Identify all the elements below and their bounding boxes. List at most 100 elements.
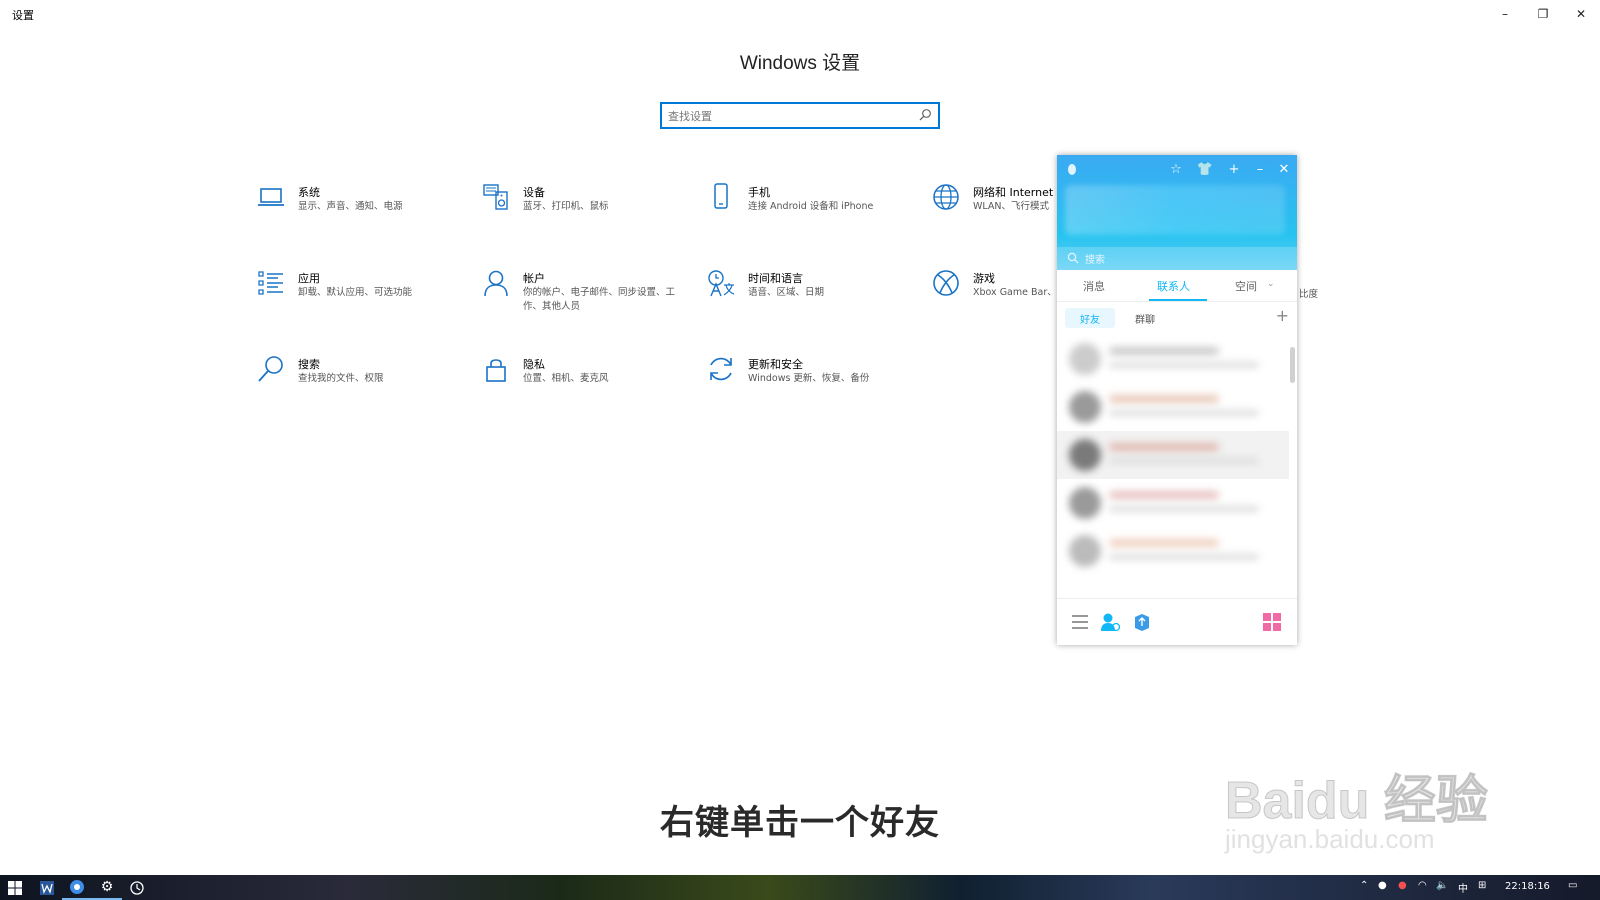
tile-system[interactable]: 系统 显示、声音、通知、电源: [256, 182, 466, 242]
tile-name: 系统: [298, 186, 320, 199]
system-clock[interactable]: 22:18:16: [1505, 881, 1550, 892]
close-icon[interactable]: ✕: [1273, 159, 1295, 179]
search-icon: [1067, 252, 1079, 264]
notification-icon[interactable]: ▭: [1568, 880, 1577, 891]
tile-description: 你的帐户、电子邮件、同步设置、工作、其他人员: [523, 287, 676, 312]
qq-footer: [1057, 598, 1297, 645]
gear-icon: ⚙: [100, 878, 114, 895]
word-icon: [40, 880, 54, 895]
tab-space[interactable]: 空间: [1235, 278, 1257, 294]
taskbar-word[interactable]: [32, 875, 62, 900]
qq-tray-icon[interactable]: ●: [1398, 880, 1407, 891]
watermark-url: jingyan.baidu.com: [1225, 824, 1435, 854]
tile-search[interactable]: 搜索 查找我的文件、权限: [256, 354, 466, 414]
tile-name: 搜索: [298, 358, 320, 371]
tile-description: 显示、声音、通知、电源: [298, 201, 403, 212]
menu-icon[interactable]: [1069, 611, 1091, 633]
contact-list[interactable]: [1057, 335, 1297, 598]
tile-description: 蓝牙、打印机、鼠标: [523, 201, 609, 212]
taskbar-app[interactable]: [122, 875, 152, 900]
tab-contacts[interactable]: 联系人: [1157, 278, 1190, 294]
subtab-groups[interactable]: 群聊: [1135, 311, 1155, 326]
tile-apps[interactable]: 应用 卸载、默认应用、可选功能: [256, 268, 466, 328]
tile-description: 卸载、默认应用、可选功能: [298, 287, 413, 298]
ime-mode-icon[interactable]: ⊞: [1478, 880, 1486, 891]
tab-messages[interactable]: 消息: [1083, 278, 1105, 294]
tile-devices[interactable]: 设备 蓝牙、打印机、鼠标: [481, 182, 691, 242]
volume-icon[interactable]: 🔈: [1436, 880, 1448, 891]
subtab-friends[interactable]: 好友: [1065, 308, 1115, 328]
tile-phone[interactable]: 手机 连接 Android 设备和 iPhone: [706, 182, 916, 242]
watermark-logo-text: Baidu 经验: [1225, 772, 1489, 831]
browser-icon: [70, 879, 84, 894]
tile-update-security[interactable]: 更新和安全 Windows 更新、恢复、备份: [706, 354, 916, 414]
list-item[interactable]: [1057, 335, 1289, 383]
close-button[interactable]: ✕: [1562, 0, 1600, 28]
tile-description: 查找我的文件、权限: [298, 373, 384, 384]
qq-search-label: 搜索: [1085, 255, 1105, 266]
taskbar: ⚙ ⌃ ● ● ◠ 🔈 中 ⊞ 22:18:16 ▭: [0, 875, 1600, 900]
minimize-icon[interactable]: –: [1249, 159, 1271, 179]
refresh-icon: [710, 357, 732, 381]
tile-name: 帐户: [523, 272, 545, 285]
app-box-icon[interactable]: [1131, 611, 1153, 633]
add-contact-button[interactable]: +: [1276, 306, 1289, 325]
tile-name: 应用: [298, 272, 320, 285]
minimize-button[interactable]: –: [1486, 0, 1524, 28]
time-language-icon: [708, 270, 735, 297]
lock-icon: [486, 359, 506, 382]
profile-blurred: [1065, 185, 1285, 235]
scrollbar[interactable]: [1290, 347, 1295, 383]
list-item[interactable]: [1057, 383, 1289, 431]
qq-panel[interactable]: ☆ 👕 + – ✕ 搜索 消息 联系人 空间 ⌄ 好友 群聊 +: [1057, 155, 1297, 645]
list-item[interactable]: [1057, 431, 1289, 479]
search-icon: [919, 109, 931, 121]
tile-name: 游戏: [973, 272, 995, 285]
qq-search-bar[interactable]: 搜索: [1057, 247, 1297, 270]
chevron-down-icon[interactable]: ⌄: [1267, 279, 1275, 289]
phone-icon: [714, 183, 728, 209]
list-item[interactable]: [1057, 479, 1289, 527]
active-tab-indicator: [1149, 299, 1207, 301]
tile-description: 位置、相机、麦克风: [523, 373, 609, 384]
qq-tab-bar: 消息 联系人 空间 ⌄: [1057, 270, 1297, 302]
tile-description: 语音、区域、日期: [748, 287, 825, 298]
add-friend-icon[interactable]: [1099, 611, 1121, 633]
page-title: Windows 设置: [739, 53, 861, 74]
tile-name: 网络和 Internet: [973, 186, 1054, 199]
chevron-up-icon[interactable]: ⌃: [1360, 880, 1368, 891]
laptop-icon: [258, 188, 284, 206]
search-box[interactable]: [660, 102, 940, 129]
tile-name: 手机: [748, 186, 770, 199]
app-manager-icon[interactable]: [1261, 611, 1283, 633]
tile-name: 设备: [523, 186, 545, 199]
tile-accounts[interactable]: 帐户 你的帐户、电子邮件、同步设置、工作、其他人员: [481, 268, 691, 328]
tile-name: 隐私: [523, 358, 545, 371]
globe-icon: [933, 184, 959, 210]
skin-shirt-icon[interactable]: 👕: [1194, 159, 1216, 179]
window-title: 设置: [12, 9, 34, 22]
qq-header: ☆ 👕 + – ✕ 搜索: [1057, 155, 1297, 270]
clock-app-icon: [130, 880, 144, 895]
tray-app-icon[interactable]: ●: [1378, 880, 1387, 891]
search-icon: [258, 356, 283, 382]
add-icon[interactable]: +: [1223, 159, 1245, 179]
xbox-icon: [933, 270, 959, 296]
list-item[interactable]: [1057, 527, 1289, 575]
tile-time-language[interactable]: 时间和语言 语音、区域、日期: [706, 268, 916, 328]
keyboard-speaker-icon: [483, 184, 508, 210]
apps-list-icon: [258, 271, 283, 295]
taskbar-settings[interactable]: ⚙: [92, 875, 122, 900]
windows-logo-icon: [8, 880, 22, 895]
search-input[interactable]: [668, 107, 908, 125]
taskbar-browser[interactable]: [62, 875, 92, 900]
start-button[interactable]: [0, 875, 30, 900]
wifi-icon[interactable]: ◠: [1418, 880, 1427, 891]
star-icon[interactable]: ☆: [1165, 159, 1187, 179]
tile-description-fragment: 比度: [1299, 289, 1319, 300]
ime-indicator[interactable]: 中: [1458, 880, 1468, 895]
restore-button[interactable]: ❐: [1524, 0, 1562, 28]
qq-penguin-icon: [1068, 164, 1076, 175]
tile-privacy[interactable]: 隐私 位置、相机、麦克风: [481, 354, 691, 414]
tile-description: 连接 Android 设备和 iPhone: [748, 201, 874, 212]
